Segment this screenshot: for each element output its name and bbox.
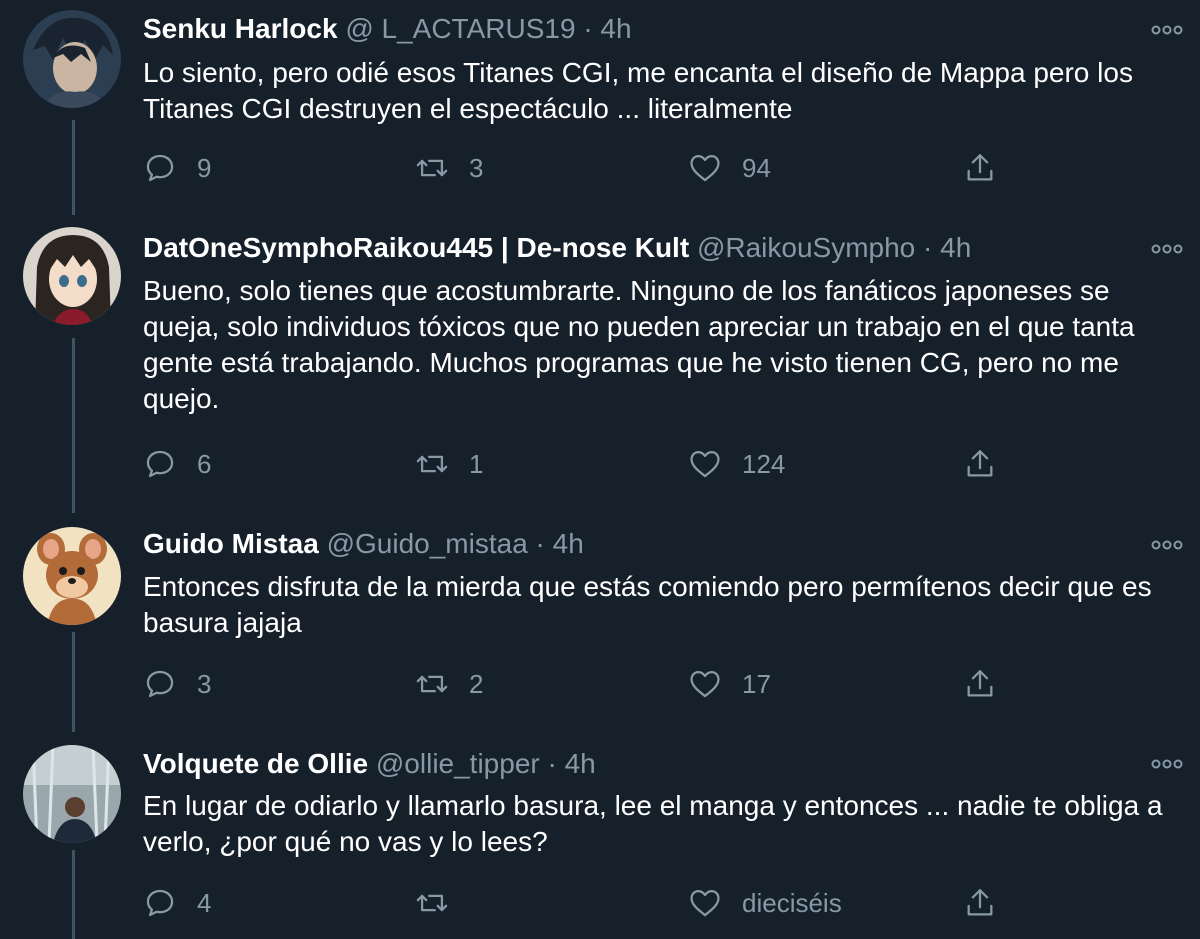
timestamp[interactable]: 4h bbox=[600, 13, 631, 44]
like-button[interactable]: 17 bbox=[688, 664, 771, 704]
like-count: dieciséis bbox=[742, 887, 842, 918]
reply-icon bbox=[146, 154, 174, 182]
more-options-icon[interactable] bbox=[1150, 535, 1184, 555]
display-name[interactable]: Volquete de Ollie bbox=[143, 748, 368, 779]
tweet[interactable]: Guido Mistaa @Guido_mistaa · 4h Entonces… bbox=[0, 515, 1200, 735]
reply-button[interactable]: 4 bbox=[143, 883, 211, 923]
tweet[interactable]: Senku Harlock @ L_ACTARUS19 · 4h Lo sien… bbox=[0, 0, 1200, 215]
tweet-text: Entonces disfruta de la mierda que estás… bbox=[143, 571, 1152, 638]
reply-icon bbox=[146, 889, 174, 917]
tweet-header: Senku Harlock @ L_ACTARUS19 · 4h bbox=[143, 10, 1140, 48]
reply-button[interactable]: 9 bbox=[143, 148, 211, 188]
share-icon bbox=[967, 670, 993, 697]
retweet-icon bbox=[416, 894, 448, 912]
tweet-header: Volquete de Ollie @ollie_tipper · 4h bbox=[143, 745, 1140, 783]
retweet-icon bbox=[416, 675, 448, 693]
tweet-text: Lo siento, pero odié esos Titanes CGI, m… bbox=[143, 57, 1133, 124]
separator-dot: · bbox=[923, 232, 933, 263]
heart-icon bbox=[690, 670, 720, 698]
tweet[interactable]: DatOneSymphoRaikou445 | De-nose Kult @Ra… bbox=[0, 215, 1200, 515]
separator-dot: · bbox=[547, 748, 557, 779]
timestamp[interactable]: 4h bbox=[940, 232, 971, 263]
reply-icon bbox=[146, 670, 174, 698]
heart-icon bbox=[690, 450, 720, 478]
retweet-count: 3 bbox=[469, 152, 484, 183]
display-name[interactable]: Senku Harlock bbox=[143, 13, 338, 44]
like-button[interactable]: 124 bbox=[688, 444, 785, 484]
tweet-actions: 4 dieciséis bbox=[143, 883, 1043, 923]
more-options-icon[interactable] bbox=[1150, 20, 1184, 40]
username[interactable]: @ollie_tipper bbox=[376, 748, 540, 779]
more-options-icon[interactable] bbox=[1150, 754, 1184, 774]
username[interactable]: @Guido_mistaa bbox=[327, 528, 528, 559]
tweet-header: Guido Mistaa @Guido_mistaa · 4h bbox=[143, 525, 1140, 563]
retweet-button[interactable]: 3 bbox=[415, 148, 483, 188]
separator-dot: · bbox=[535, 528, 545, 559]
share-icon bbox=[967, 450, 993, 477]
avatar[interactable] bbox=[23, 10, 121, 108]
username[interactable]: @RaikouSympho bbox=[697, 232, 915, 263]
tweet-actions: 3 2 17 bbox=[143, 664, 1043, 704]
retweet-count: 1 bbox=[469, 448, 484, 479]
share-button[interactable] bbox=[963, 444, 997, 484]
display-name[interactable]: DatOneSymphoRaikou445 | De-nose Kult bbox=[143, 232, 689, 263]
reply-count: 3 bbox=[197, 668, 212, 699]
share-icon bbox=[967, 889, 993, 916]
tweet-text: En lugar de odiarlo y llamarlo basura, l… bbox=[143, 790, 1163, 857]
retweet-button[interactable]: 1 bbox=[415, 444, 483, 484]
share-icon bbox=[967, 154, 993, 181]
timestamp[interactable]: 4h bbox=[565, 748, 596, 779]
retweet-icon bbox=[416, 159, 448, 177]
retweet-button[interactable] bbox=[415, 883, 469, 923]
tweet-text: Bueno, solo tienes que acostumbrarte. Ni… bbox=[143, 275, 1135, 414]
tweet[interactable]: Volquete de Ollie @ollie_tipper · 4h En … bbox=[0, 735, 1200, 939]
retweet-icon bbox=[416, 455, 448, 473]
like-count: 124 bbox=[742, 448, 786, 479]
share-button[interactable] bbox=[963, 148, 997, 188]
username[interactable]: @ L_ACTARUS19 bbox=[345, 13, 575, 44]
timestamp[interactable]: 4h bbox=[553, 528, 584, 559]
retweet-button[interactable]: 2 bbox=[415, 664, 483, 704]
tweet-header: DatOneSymphoRaikou445 | De-nose Kult @Ra… bbox=[143, 229, 1140, 267]
more-options-icon[interactable] bbox=[1150, 239, 1184, 259]
tweet-actions: 6 1 124 bbox=[143, 444, 1043, 484]
like-button[interactable]: dieciséis bbox=[688, 883, 842, 923]
like-count: 17 bbox=[742, 668, 771, 699]
avatar[interactable] bbox=[23, 227, 121, 325]
separator-dot: · bbox=[583, 13, 593, 44]
like-count: 94 bbox=[742, 152, 771, 183]
reply-button[interactable]: 6 bbox=[143, 444, 211, 484]
display-name[interactable]: Guido Mistaa bbox=[143, 528, 319, 559]
like-button[interactable]: 94 bbox=[688, 148, 771, 188]
reply-button[interactable]: 3 bbox=[143, 664, 211, 704]
reply-count: 6 bbox=[197, 448, 212, 479]
reply-count: 9 bbox=[197, 152, 212, 183]
avatar[interactable] bbox=[23, 745, 121, 843]
share-button[interactable] bbox=[963, 883, 997, 923]
retweet-count: 2 bbox=[469, 668, 484, 699]
share-button[interactable] bbox=[963, 664, 997, 704]
reply-icon bbox=[146, 450, 174, 478]
avatar[interactable] bbox=[23, 527, 121, 625]
heart-icon bbox=[690, 154, 720, 182]
reply-thread: Senku Harlock @ L_ACTARUS19 · 4h Lo sien… bbox=[0, 0, 1200, 939]
tweet-actions: 9 3 94 bbox=[143, 148, 1043, 188]
reply-count: 4 bbox=[197, 887, 212, 918]
heart-icon bbox=[690, 889, 720, 917]
